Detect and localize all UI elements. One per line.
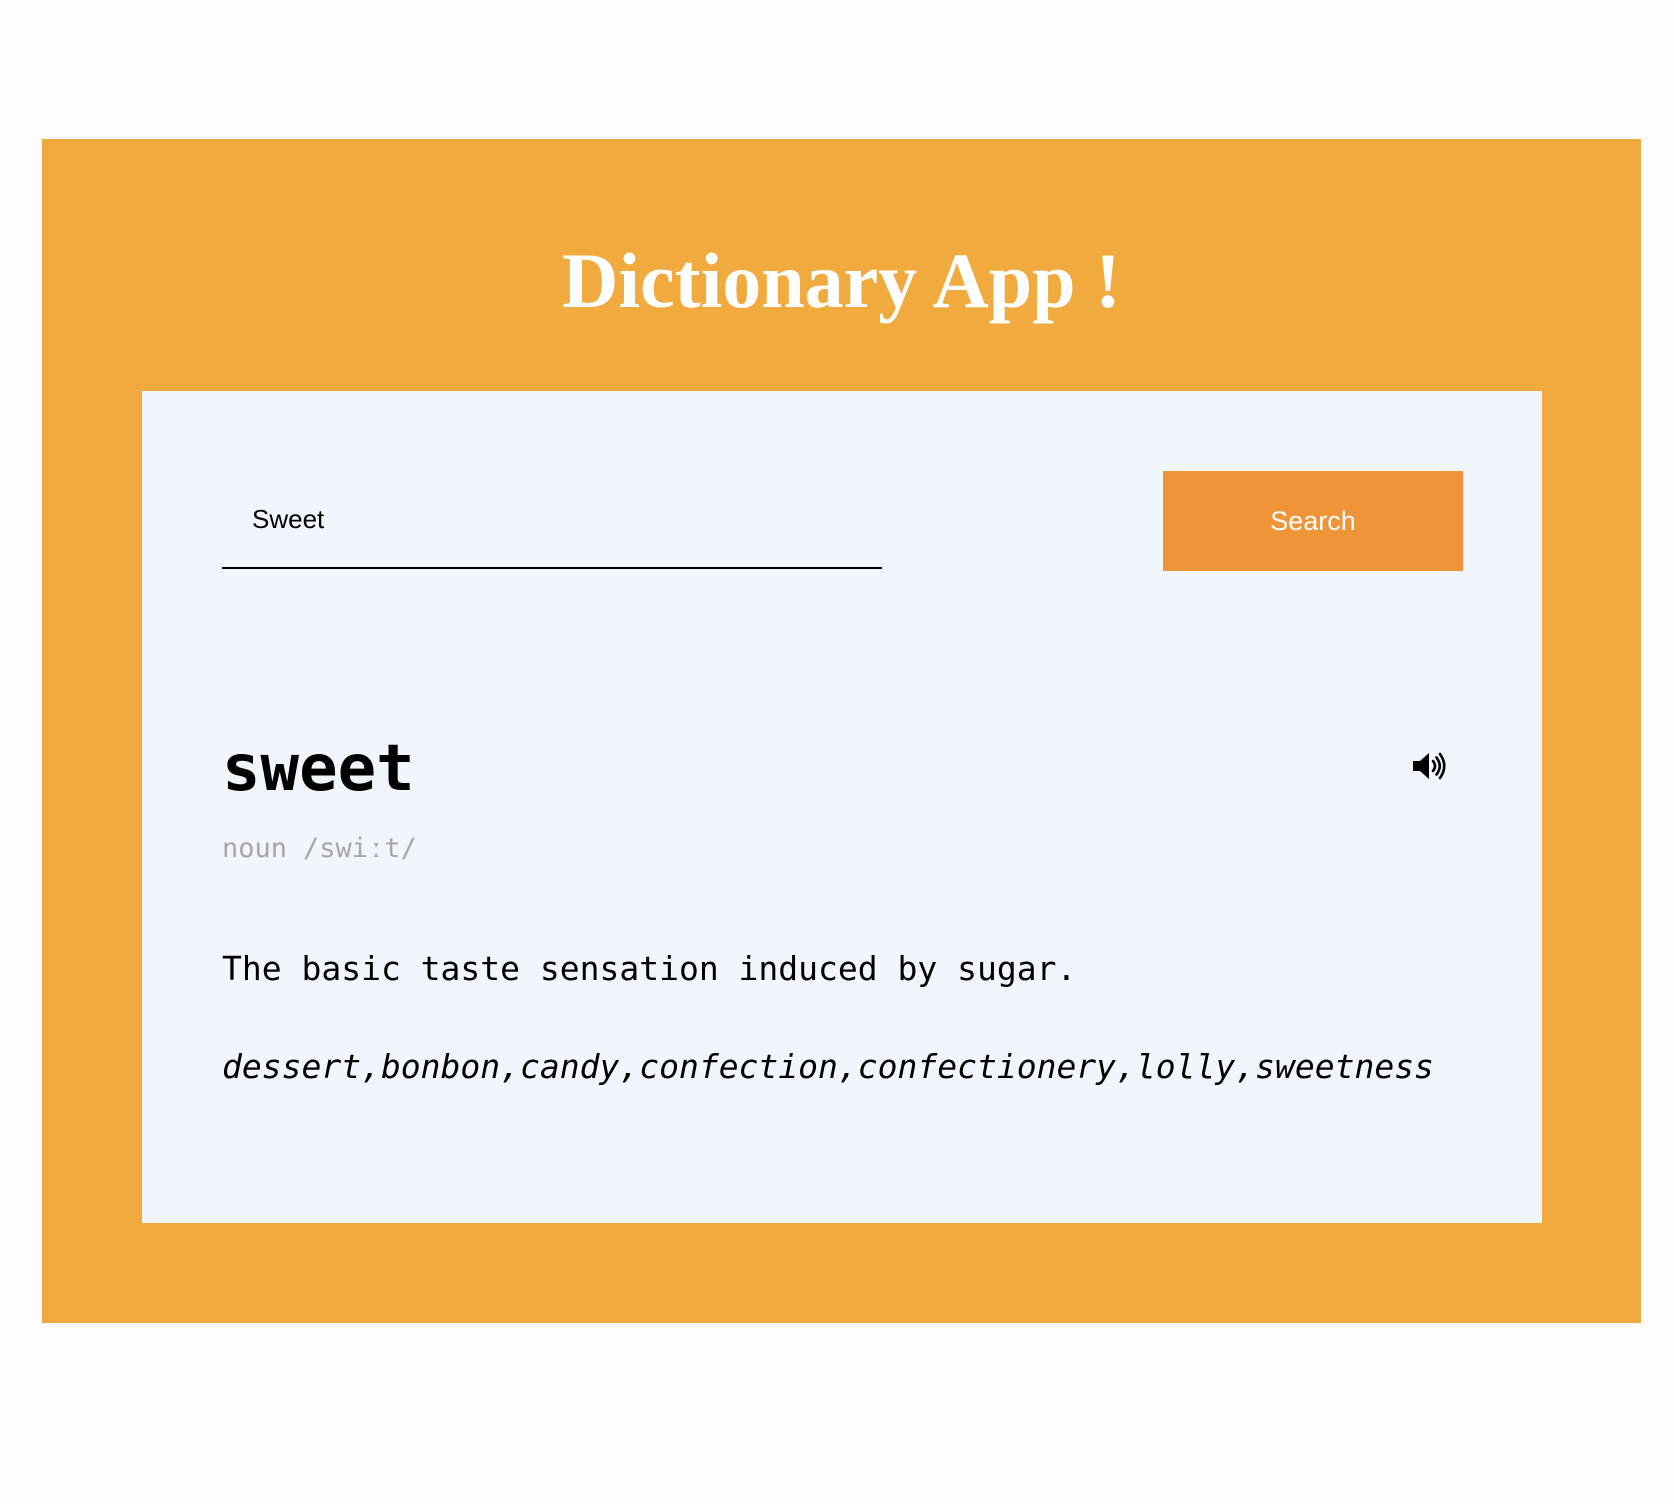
dictionary-panel: Search sweet noun/swiːt/ The basic taste…	[142, 391, 1542, 1223]
search-input[interactable]	[222, 471, 882, 569]
app-container: Dictionary App ! Search sweet noun/swiːt…	[42, 139, 1641, 1323]
part-of-speech: noun	[222, 833, 288, 864]
play-pronunciation-button[interactable]	[1408, 746, 1448, 786]
phonetic: /swiːt/	[303, 833, 417, 864]
synonyms: dessert,bonbon,candy,confection,confecti…	[222, 1047, 1434, 1086]
result-word: sweet	[222, 732, 415, 806]
definition: The basic taste sensation induced by sug…	[222, 949, 1077, 988]
search-button[interactable]: Search	[1163, 471, 1463, 571]
word-meta: noun/swiːt/	[222, 831, 433, 867]
speaker-icon	[1413, 752, 1446, 780]
app-title: Dictionary App !	[561, 237, 1122, 324]
